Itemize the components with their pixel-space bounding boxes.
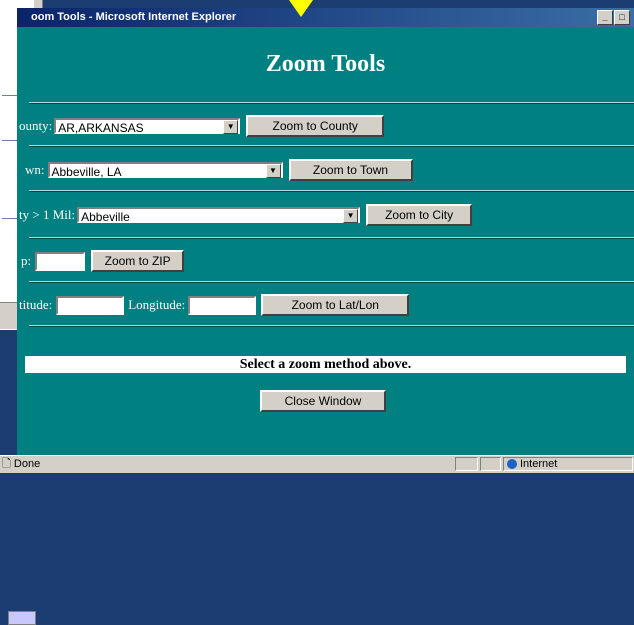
status-pane (480, 457, 501, 471)
divider (29, 325, 634, 327)
minimize-button[interactable]: _ (597, 10, 613, 25)
status-bar: 🗋 Done Internet (0, 455, 634, 473)
county-select[interactable]: AR,ARKANSAS ▼ (54, 118, 241, 135)
city-select[interactable]: Abbeville ▼ (77, 207, 361, 224)
divider (29, 190, 634, 192)
zoom-to-latlon-button[interactable]: Zoom to Lat/Lon (261, 294, 410, 316)
zip-input[interactable] (35, 251, 86, 271)
divider (29, 145, 634, 147)
window-title: oom Tools - Microsoft Internet Explorer (31, 11, 237, 23)
chevron-down-icon[interactable]: ▼ (223, 120, 239, 134)
zone-text: Internet (520, 458, 558, 470)
security-zone: Internet (503, 457, 633, 471)
city-row: ty > 1 Mil: Abbeville ▼ Zoom to City (17, 204, 473, 226)
zoom-to-zip-button[interactable]: Zoom to ZIP (91, 250, 185, 272)
status-message: Select a zoom method above. (25, 356, 626, 373)
close-window-button[interactable]: Close Window (260, 390, 386, 412)
globe-icon (507, 459, 517, 469)
zoom-to-city-button[interactable]: Zoom to City (366, 204, 473, 226)
city-label: ty > 1 Mil: (19, 207, 76, 222)
longitude-input[interactable] (188, 295, 257, 315)
zoom-to-town-button[interactable]: Zoom to Town (288, 159, 413, 181)
zip-row: p: Zoom to ZIP (17, 250, 185, 272)
page-title: Zoom Tools (265, 51, 386, 77)
divider (29, 281, 634, 283)
zoom-to-county-button[interactable]: Zoom to County (246, 115, 385, 137)
county-label: ounty: (19, 118, 53, 133)
county-selected: AR,ARKANSAS (58, 121, 144, 135)
county-row: ounty: AR,ARKANSAS ▼ Zoom to County (17, 115, 385, 137)
status-done: 🗋 Done (2, 458, 40, 471)
chevron-down-icon[interactable]: ▼ (265, 164, 281, 178)
city-selected: Abbeville (81, 210, 130, 224)
chevron-down-icon[interactable]: ▼ (343, 209, 359, 223)
divider (29, 102, 634, 104)
page-content: Zoom Tools ounty: AR,ARKANSAS ▼ Zoom to … (17, 27, 634, 455)
longitude-label: Longitude: (128, 297, 186, 312)
latlon-row: titude: Longitude: Zoom to Lat/Lon (17, 294, 410, 316)
status-text: Done (13, 458, 41, 470)
town-select[interactable]: Abbeville, LA ▼ (47, 162, 283, 179)
page-icon: 🗋 (2, 458, 11, 470)
zip-label: p: (21, 253, 32, 268)
pointer-arrow-icon (289, 0, 313, 17)
bg-footer-block (8, 611, 36, 625)
divider (29, 237, 634, 239)
latitude-label: titude: (19, 297, 53, 312)
latitude-input[interactable] (56, 295, 125, 315)
town-label: wn: (25, 162, 45, 177)
window-titlebar[interactable]: oom Tools - Microsoft Internet Explorer … (17, 8, 634, 27)
town-row: wn: Abbeville, LA ▼ Zoom to Town (17, 159, 413, 181)
town-selected: Abbeville, LA (51, 165, 122, 179)
status-pane (455, 457, 478, 471)
maximize-button[interactable]: □ (614, 10, 630, 25)
